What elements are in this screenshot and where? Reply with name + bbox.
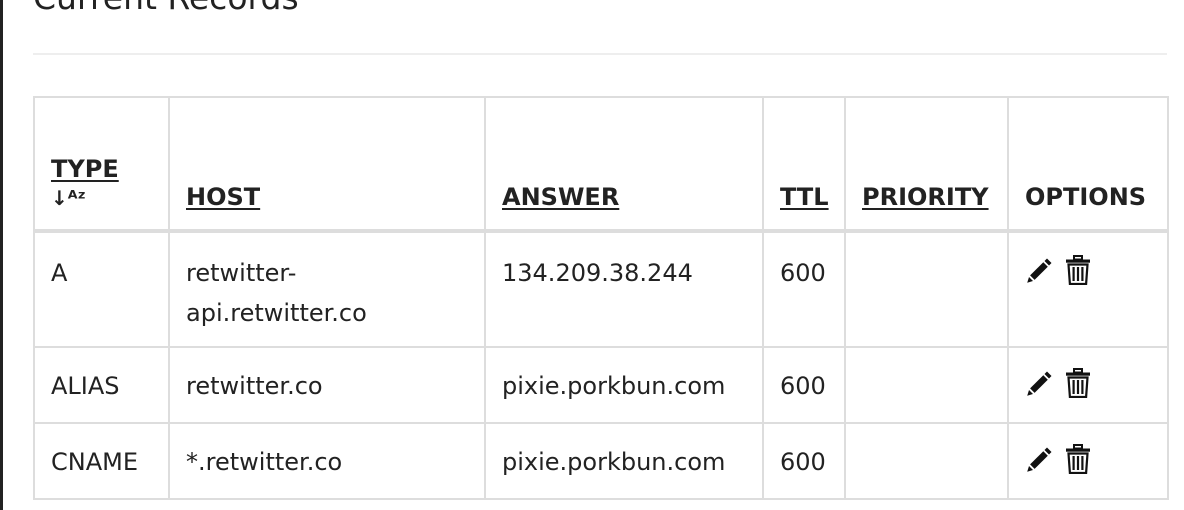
trash-icon[interactable] — [1065, 444, 1090, 475]
record-priority — [844, 346, 1009, 424]
sort-alpha-down-icon[interactable]: ↓ᴬᶻ — [51, 186, 86, 210]
sort-by-priority-link[interactable]: PRIORITY — [862, 183, 989, 211]
record-ttl: 600 — [762, 422, 846, 500]
table-header-row: TYPE ↓ᴬᶻ HOST ANSWER TTL PRIORITY OPTION… — [33, 96, 1169, 232]
header-ttl: TTL — [762, 96, 846, 232]
pencil-icon[interactable] — [1025, 368, 1052, 398]
header-host: HOST — [168, 96, 486, 232]
pencil-icon[interactable] — [1025, 255, 1052, 285]
record-type: A — [33, 230, 170, 348]
record-answer: pixie.porkbun.com — [484, 422, 764, 500]
section-divider — [33, 53, 1167, 55]
table-row: CNAME *.retwitter.co pixie.porkbun.com 6… — [33, 422, 1169, 500]
record-ttl: 600 — [762, 230, 846, 348]
sort-by-ttl-link[interactable]: TTL — [780, 183, 829, 211]
record-type: ALIAS — [33, 346, 170, 424]
record-host: retwitter.co — [168, 346, 486, 424]
header-options: OPTIONS — [1007, 96, 1169, 232]
record-host: *.retwitter.co — [168, 422, 486, 500]
dns-records-table: TYPE ↓ᴬᶻ HOST ANSWER TTL PRIORITY OPTION… — [33, 96, 1169, 500]
table-row: A retwitter-api.retwitter.co 134.209.38.… — [33, 230, 1169, 348]
record-ttl: 600 — [762, 346, 846, 424]
trash-icon[interactable] — [1065, 255, 1090, 286]
trash-icon[interactable] — [1065, 368, 1090, 399]
section-title: Current Records — [33, 0, 299, 17]
left-page-border — [0, 0, 3, 510]
table-row: ALIAS retwitter.co pixie.porkbun.com 600 — [33, 346, 1169, 424]
record-type: CNAME — [33, 422, 170, 500]
sort-by-answer-link[interactable]: ANSWER — [502, 183, 619, 211]
record-host: retwitter-api.retwitter.co — [168, 230, 486, 348]
record-options — [1007, 346, 1169, 424]
record-options — [1007, 422, 1169, 500]
record-answer: pixie.porkbun.com — [484, 346, 764, 424]
header-answer: ANSWER — [484, 96, 764, 232]
sort-by-host-link[interactable]: HOST — [186, 183, 260, 211]
pencil-icon[interactable] — [1025, 444, 1052, 474]
record-answer: 134.209.38.244 — [484, 230, 764, 348]
header-priority: PRIORITY — [844, 96, 1009, 232]
record-priority — [844, 230, 1009, 348]
record-options — [1007, 230, 1169, 348]
record-priority — [844, 422, 1009, 500]
sort-by-type-link[interactable]: TYPE — [51, 155, 119, 183]
header-type: TYPE ↓ᴬᶻ — [33, 96, 170, 232]
